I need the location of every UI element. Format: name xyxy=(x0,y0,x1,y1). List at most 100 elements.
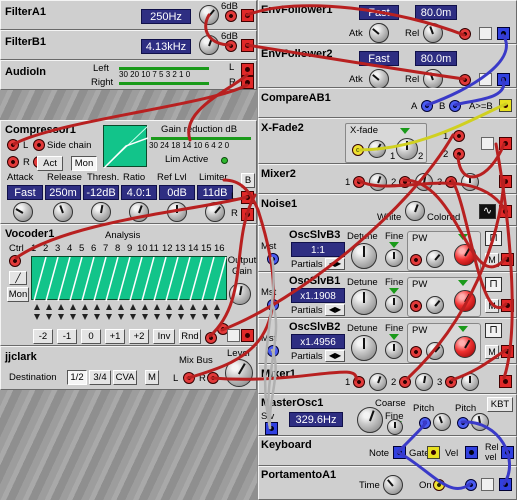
input3-jack[interactable] xyxy=(445,176,457,188)
pw-mod-jack[interactable] xyxy=(410,346,422,358)
pitch2-amount-knob[interactable] xyxy=(471,413,489,431)
ref-level-knob[interactable] xyxy=(167,202,187,222)
pitch-input-jack[interactable] xyxy=(465,479,477,491)
slave-output-jack[interactable] xyxy=(265,422,278,435)
shift-zero-button[interactable]: 0 xyxy=(81,329,101,344)
left-input-jack[interactable] xyxy=(7,139,19,151)
velocity-output-jack[interactable] xyxy=(465,446,478,459)
note-output-jack[interactable] xyxy=(393,446,406,459)
shift-plus2-button[interactable]: +2 xyxy=(129,329,149,344)
noise1-module[interactable]: Noise1 White Colored ∿ xyxy=(258,194,517,226)
attack-knob[interactable] xyxy=(369,69,389,89)
pw-knob[interactable] xyxy=(454,290,476,312)
limiter-knob[interactable] xyxy=(205,202,225,222)
control-output-jack[interactable] xyxy=(497,73,510,86)
audio-output-jack[interactable] xyxy=(501,345,514,358)
mon-button[interactable]: Mon xyxy=(7,287,29,302)
oscslvb2-module[interactable]: OscSlvB2 Mst x1.4956 Partials ◀▶ Detune … xyxy=(258,318,517,364)
audio-output-jack[interactable] xyxy=(241,39,254,52)
vocoder1-module[interactable]: Vocoder1 Analysis Ctrl 1 2 3 4 5 6 7 8 9… xyxy=(0,224,257,346)
b-input-jack[interactable] xyxy=(449,100,461,112)
partials-stepper[interactable]: ◀▶ xyxy=(325,304,345,316)
square-wave-icon[interactable]: ⊓ xyxy=(485,231,502,246)
detune-knob[interactable] xyxy=(351,289,377,315)
fine-knob[interactable] xyxy=(385,341,403,359)
pw-knob[interactable] xyxy=(454,336,476,358)
output-jack-inactive[interactable] xyxy=(479,27,492,40)
pw-mod-knob[interactable] xyxy=(426,250,444,268)
input3-jack[interactable] xyxy=(445,376,457,388)
logic-output-jack[interactable] xyxy=(499,99,512,112)
on-input-jack[interactable] xyxy=(433,479,445,491)
level2-knob[interactable] xyxy=(415,173,433,191)
ctrl-input-jack[interactable] xyxy=(9,255,21,267)
input1-jack[interactable] xyxy=(353,376,365,388)
output-jack-inactive[interactable] xyxy=(479,73,492,86)
pitch2-input-jack[interactable] xyxy=(457,417,469,429)
threshold-knob[interactable] xyxy=(91,202,111,222)
level1-knob[interactable] xyxy=(369,373,387,391)
release-knob[interactable] xyxy=(53,202,73,222)
dest-12-button[interactable]: 1/2 xyxy=(67,370,87,385)
input1-jack[interactable] xyxy=(353,176,365,188)
xfade-knob[interactable] xyxy=(396,138,418,160)
band-arrow-buttons[interactable] xyxy=(31,303,227,321)
pitch1-input-jack[interactable] xyxy=(419,417,431,429)
level3-knob[interactable] xyxy=(461,373,479,391)
output-jack-inactive[interactable] xyxy=(227,329,240,342)
audio-output-jack[interactable] xyxy=(499,137,512,150)
release-knob[interactable] xyxy=(423,23,443,43)
dest-cva-button[interactable]: CVA xyxy=(113,370,137,385)
input1-jack[interactable] xyxy=(453,130,465,142)
output-gain-knob[interactable] xyxy=(229,283,251,305)
right-input-jack[interactable] xyxy=(7,156,19,168)
jjclark-module[interactable]: jjclark Mix Bus Level Destination 1/2 3/… xyxy=(0,346,257,390)
keyboard-tracking-button[interactable]: KBT xyxy=(487,397,513,412)
compressor1-module[interactable]: Compressor1 L Side chain R Act Mon Gain … xyxy=(0,120,257,224)
attack-knob[interactable] xyxy=(369,23,389,43)
frequency-knob[interactable] xyxy=(199,5,219,25)
pw-mod-knob[interactable] xyxy=(426,342,444,360)
audio-output-jack[interactable] xyxy=(501,253,514,266)
color-knob[interactable] xyxy=(405,201,425,221)
detune-knob[interactable] xyxy=(351,243,377,269)
audio-output-jack[interactable] xyxy=(501,299,514,312)
audio-input-jack[interactable] xyxy=(459,74,471,86)
shift-plus1-button[interactable]: +1 xyxy=(105,329,125,344)
audio-output-jack[interactable] xyxy=(499,375,512,388)
carrier-input-jack[interactable] xyxy=(205,332,217,344)
right-input-jack[interactable] xyxy=(207,372,219,384)
invert-button[interactable]: Inv xyxy=(153,329,175,344)
pw-mod-jack[interactable] xyxy=(410,254,422,266)
act-button[interactable]: Act xyxy=(37,156,63,171)
portamentoa1-module[interactable]: PortamentoA1 Time On xyxy=(258,466,517,500)
random-button[interactable]: Rnd xyxy=(179,329,201,344)
xfade2-module[interactable]: X-Fade2 X-fade 1 2 1 2 xyxy=(258,118,517,164)
master-input-jack[interactable] xyxy=(267,299,279,311)
xfade-modulation-jack[interactable] xyxy=(352,144,364,156)
oscslvb3-module[interactable]: OscSlvB3 Mst 1:1 Partials ◀▶ Detune Fine… xyxy=(258,226,517,272)
mute-button[interactable]: M xyxy=(485,253,499,267)
shift-minus1-button[interactable]: -1 xyxy=(57,329,77,344)
audioin-module[interactable]: AudioIn Left Right 30 20 10 7 5 3 2 1 0 … xyxy=(0,60,257,90)
audio-input-jack[interactable] xyxy=(459,28,471,40)
right-output-jack[interactable] xyxy=(241,208,254,221)
a-input-jack[interactable] xyxy=(421,100,433,112)
mixer1-module[interactable]: Mixer1 1 2 3 xyxy=(258,364,517,394)
fine-knob[interactable] xyxy=(385,249,403,267)
envfollower2-module[interactable]: EnvFollower2 Fast 80.0m Atk Rel xyxy=(258,44,517,89)
control-output-jack[interactable] xyxy=(497,27,510,40)
ratio-knob[interactable] xyxy=(129,202,149,222)
partials-stepper[interactable]: ◀▶ xyxy=(325,258,345,270)
audio-output-jack[interactable] xyxy=(499,175,512,188)
pw-knob[interactable] xyxy=(454,244,476,266)
oscslvb1-module[interactable]: OscSlvB1 Mst x1.1908 Partials ◀▶ Detune … xyxy=(258,272,517,318)
release-knob[interactable] xyxy=(423,69,443,89)
input2-jack[interactable] xyxy=(399,376,411,388)
keyboard-module[interactable]: Keyboard Note Gate Vel Rel vel xyxy=(258,436,517,466)
pw-mod-jack[interactable] xyxy=(410,300,422,312)
audio-output-jack[interactable] xyxy=(499,205,512,218)
pitch-output-jack[interactable] xyxy=(499,478,512,491)
mode-button[interactable]: ╱ xyxy=(9,271,27,285)
output-jack-inactive[interactable] xyxy=(481,478,494,491)
